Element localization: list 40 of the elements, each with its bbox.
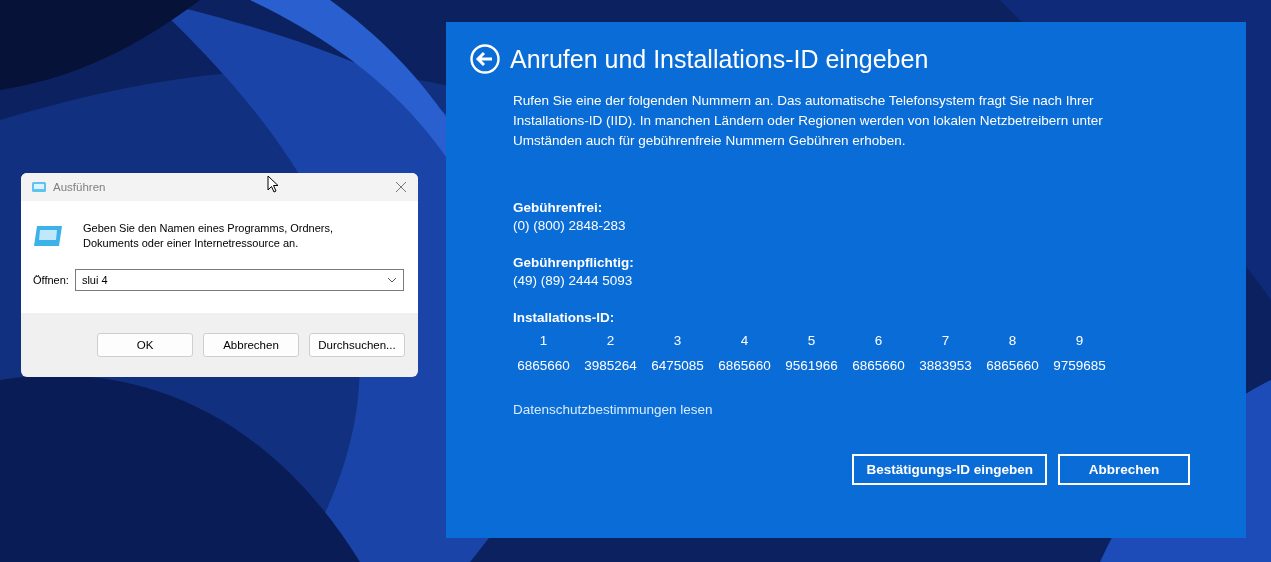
open-label: Öffnen: — [33, 274, 69, 286]
id-number: 3883953 — [919, 358, 972, 373]
block-index: 8 — [1008, 333, 1017, 348]
dialog-button[interactable]: Durchsuchen... — [309, 333, 405, 357]
open-combobox[interactable]: slui 4 — [74, 269, 404, 291]
block-index: 3 — [673, 333, 682, 348]
id-number: 6865660 — [517, 358, 570, 373]
privacy-link[interactable]: Datenschutzbestimmungen lesen — [513, 402, 713, 417]
block-index: 7 — [941, 333, 950, 348]
block-index: 9 — [1075, 333, 1084, 348]
run-icon — [31, 181, 47, 193]
intro-text: Rufen Sie eine der folgenden Nummern an. Das automatische Telefonsystem fragt Sie nach Ihrer Installations-ID (IID). In manchen Ländern oder Regionen werden von lokalen Netzbetreibern unter Umständen auch für gebührenfreie Nummern Gebühren erhoben. — [513, 92, 1104, 150]
phone-number: (0) (800) 2848-283 — [513, 218, 627, 233]
dialog-button[interactable]: OK — [97, 333, 193, 357]
block-index: 5 — [807, 333, 816, 348]
block-index: 4 — [740, 333, 749, 348]
description-text: Geben Sie den Namen eines Programms, Ordners, Dokuments oder einer Internetressource an. — [83, 221, 335, 251]
close-icon[interactable] — [396, 182, 406, 192]
chevron-down-icon[interactable] — [387, 277, 397, 283]
block-index: 6 — [874, 333, 883, 348]
id-label: Installations-ID: — [513, 310, 615, 325]
run-icon — [33, 225, 63, 247]
dialog-button[interactable]: Abbrechen — [203, 333, 299, 357]
number-label: Gebührenpflichtig: — [513, 255, 634, 270]
panel-button[interactable]: Bestätigungs-ID eingeben — [852, 454, 1047, 485]
id-number: 3985264 — [584, 358, 637, 373]
id-number: 6865660 — [718, 358, 771, 373]
phone-number: (49) (89) 2444 5093 — [513, 273, 634, 288]
id-number: 9759685 — [1053, 358, 1106, 373]
back-icon[interactable] — [470, 44, 500, 74]
id-number: 9561966 — [785, 358, 838, 373]
id-number: 6475085 — [651, 358, 704, 373]
panel-button[interactable]: Abbrechen — [1058, 454, 1190, 485]
id-number: 6865660 — [986, 358, 1039, 373]
window-title: Ausführen — [53, 181, 106, 193]
panel-title: Anrufen und Installations-ID eingeben — [510, 44, 929, 74]
id-number: 6865660 — [852, 358, 905, 373]
block-index: 2 — [606, 333, 615, 348]
block-index: 1 — [539, 333, 548, 348]
number-label: Gebührenfrei: — [513, 200, 604, 215]
